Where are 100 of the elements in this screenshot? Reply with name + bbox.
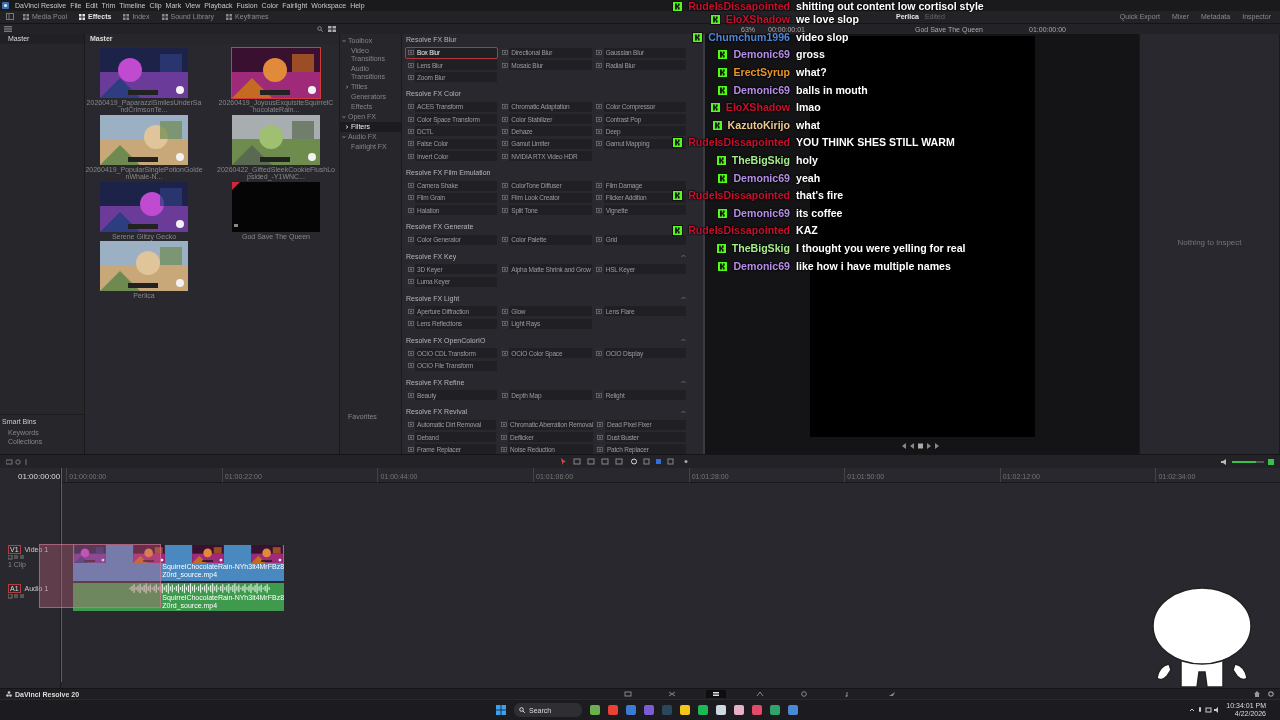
- effect-icon: [596, 104, 603, 110]
- chat-message: like how i have multiple names: [796, 259, 951, 273]
- chat-message: I thought you were yelling for real: [796, 242, 966, 255]
- app-icon[interactable]: [716, 705, 726, 716]
- timecode: 01:00:00:00: [17, 471, 61, 482]
- app-logo-icon: [6, 691, 12, 698]
- kick-badge-icon: [672, 137, 684, 149]
- search-icon[interactable]: [317, 25, 323, 32]
- chat-message: lmao: [796, 101, 821, 115]
- effect-icon: [597, 434, 604, 440]
- effect-icon: [596, 207, 603, 213]
- chat-message: its coffee: [796, 206, 843, 220]
- effect-icon: [597, 422, 604, 428]
- kick-badge-icon: [672, 190, 684, 202]
- effect-icon: [501, 195, 508, 201]
- effect-icon: [407, 434, 414, 440]
- app-icon[interactable]: [770, 705, 780, 716]
- effect-icon: [501, 350, 508, 356]
- kick-badge-icon: [717, 172, 729, 184]
- chat-message: holy: [796, 154, 818, 168]
- speaker-icon[interactable]: [1221, 458, 1228, 465]
- effect-icon: [407, 50, 414, 56]
- effect-icon: [501, 153, 508, 159]
- chat-username: RudeIsDissapointed: [688, 136, 790, 150]
- chat-username: Demonic69: [733, 48, 790, 62]
- timeline-view-icons[interactable]: [6, 458, 30, 465]
- effect-icon: [501, 266, 508, 272]
- effect-icon: [501, 141, 508, 147]
- effect-icon: [596, 237, 603, 243]
- effect-icon: [596, 116, 603, 122]
- chat-username: RudeIsDissapointed: [688, 0, 790, 13]
- volume-slider[interactable]: [1232, 460, 1264, 463]
- edit-page-icon[interactable]: [712, 691, 720, 698]
- grid-icon: [226, 13, 233, 20]
- effect-icon: [501, 129, 508, 134]
- home-icon[interactable]: [1254, 691, 1260, 698]
- kick-badge-icon: [709, 102, 721, 114]
- effect-icon: [501, 237, 508, 243]
- media-page-icon[interactable]: [624, 691, 632, 698]
- sidebar-toggle-icon[interactable]: [6, 13, 14, 21]
- cut-page-icon[interactable]: [668, 691, 676, 698]
- color-page-icon[interactable]: [800, 691, 808, 698]
- effect-icon: [407, 237, 414, 243]
- kick-badge-icon: [672, 225, 684, 237]
- effect-icon: [501, 207, 508, 213]
- thumbnail-view-icon[interactable]: [328, 25, 336, 32]
- app-icon[interactable]: [734, 705, 744, 716]
- kick-badge-icon: [717, 67, 729, 79]
- track-controls-icons[interactable]: [8, 594, 24, 600]
- chat-message: what: [796, 118, 821, 132]
- grid-icon: [79, 13, 86, 20]
- effect-icon: [407, 321, 414, 327]
- chat-username: Demonic69: [733, 171, 790, 185]
- effect-icon: [407, 266, 414, 272]
- app-icon[interactable]: [680, 705, 690, 716]
- edit-tools-icons[interactable]: [570, 458, 690, 466]
- effect-icon: [596, 50, 603, 56]
- tray-icons[interactable]: [1190, 707, 1219, 714]
- empty-state-text: Nothing to inspect: [1177, 237, 1242, 247]
- chat-message: balls in mouth: [796, 83, 868, 97]
- effect-icon: [500, 434, 507, 440]
- settings-icon[interactable]: [1268, 691, 1274, 698]
- effect-icon: [407, 446, 414, 452]
- search-icon: [519, 707, 525, 714]
- app-icon[interactable]: [590, 705, 600, 716]
- chat-username: KazutoKirijo: [727, 118, 790, 132]
- chat-username: RudeIsDissapointed: [688, 189, 790, 203]
- windows-logo-icon[interactable]: [496, 705, 506, 716]
- chat-message: we love slop: [796, 13, 859, 27]
- kick-badge-icon: [717, 49, 729, 61]
- chat-message: shitting out content low cortisol style: [796, 0, 984, 13]
- chat-username: ErectSyrup: [733, 66, 790, 80]
- effect-icon: [407, 153, 414, 159]
- list-view-icon[interactable]: [4, 25, 12, 32]
- grid-icon: [23, 13, 29, 20]
- pointer-icon[interactable]: [561, 458, 566, 466]
- chat-username: TheBigSkig: [731, 242, 790, 255]
- effect-icon: [407, 104, 414, 110]
- track-controls-icons[interactable]: [8, 555, 24, 561]
- effect-icon: [596, 308, 603, 314]
- chat-message: yeah: [796, 171, 821, 185]
- chat-message: KAZ: [796, 224, 818, 238]
- chat-message: gross: [796, 48, 825, 62]
- chat-username: EloXShadow: [725, 13, 790, 27]
- chat-username: Demonic69: [733, 259, 790, 273]
- effect-icon: [407, 363, 414, 369]
- effect-icon: [501, 104, 508, 110]
- effect-icon: [596, 129, 603, 134]
- effect-icon: [596, 62, 603, 68]
- kick-badge-icon: [717, 207, 729, 219]
- effect-icon: [407, 116, 414, 122]
- effect-icon: [407, 183, 414, 189]
- clip-thumbnail[interactable]: [232, 181, 320, 232]
- effect-icon: [407, 279, 414, 285]
- app-icon[interactable]: [698, 705, 708, 716]
- fusion-page-icon[interactable]: [756, 691, 764, 698]
- effect-icon: [407, 141, 414, 147]
- effect-icon: [596, 266, 603, 272]
- effect-icon: [407, 308, 414, 314]
- effect-icon: [596, 350, 603, 356]
